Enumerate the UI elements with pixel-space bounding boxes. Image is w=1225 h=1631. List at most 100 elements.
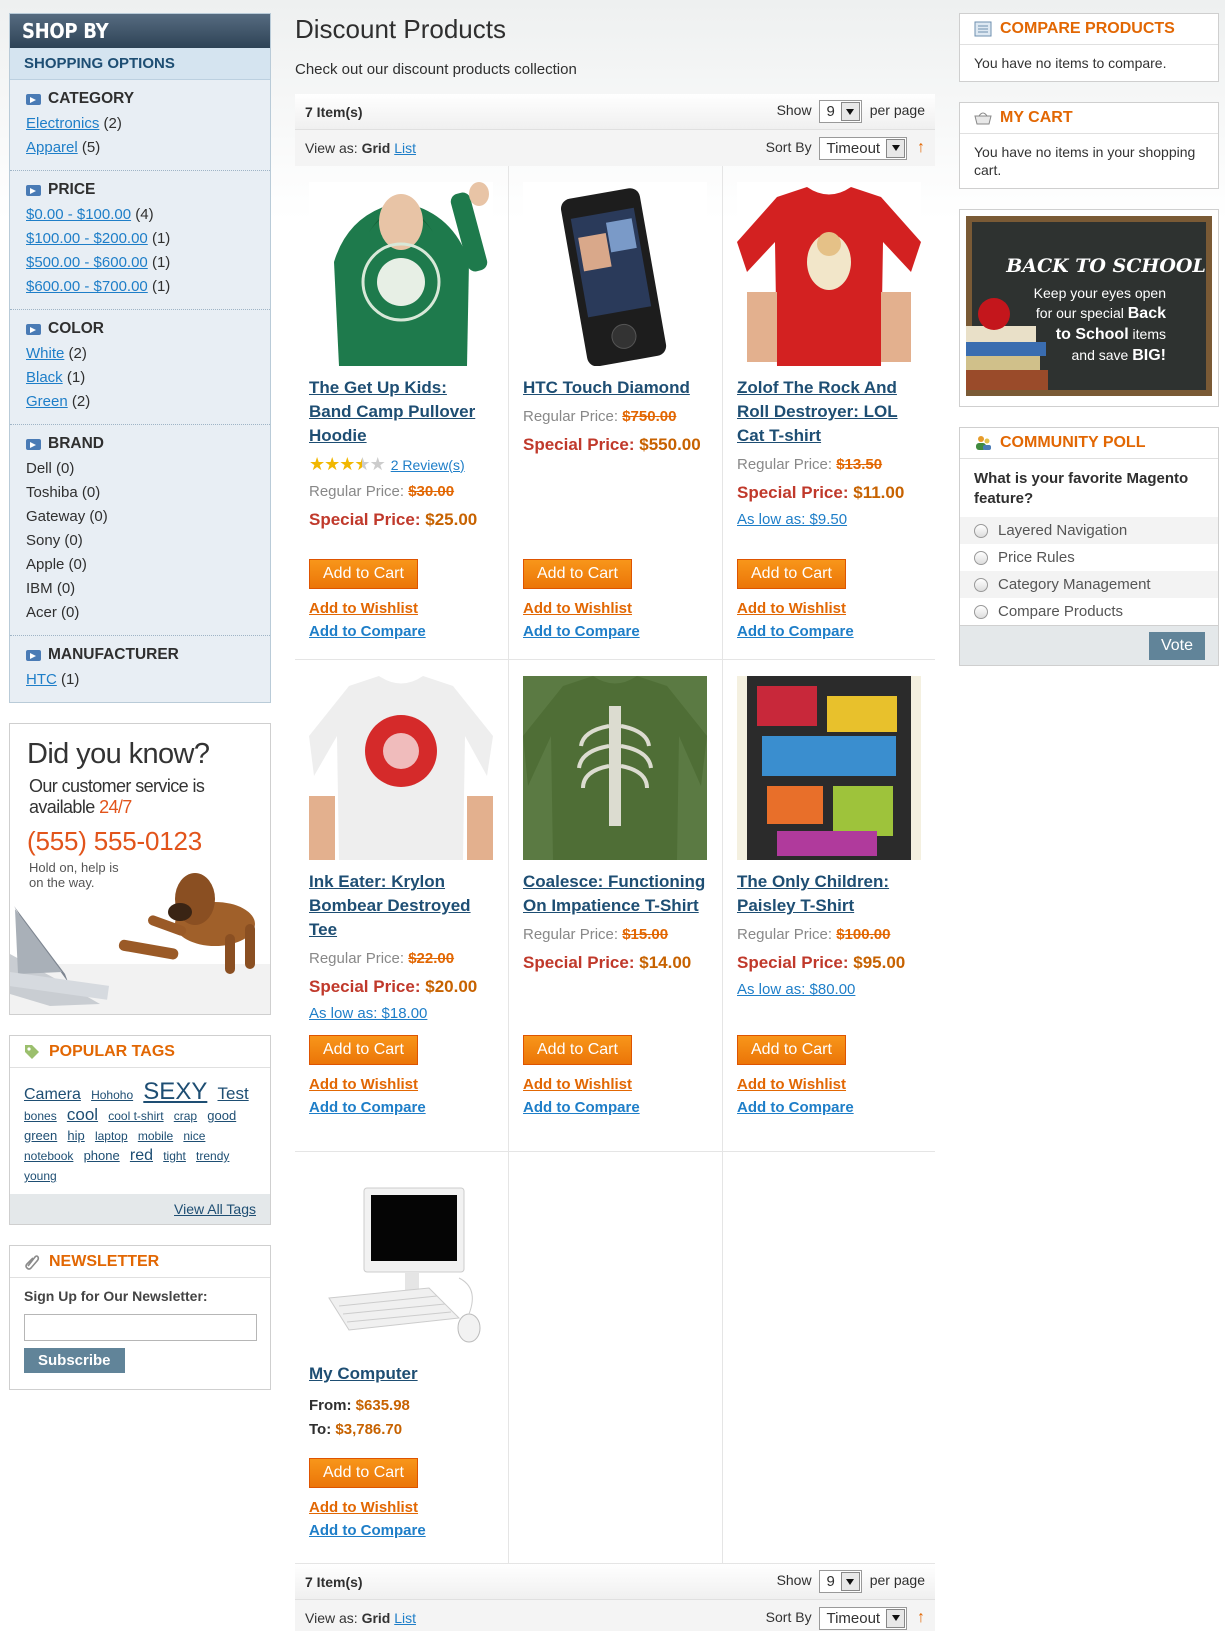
filter-option: Black (1) (26, 366, 254, 390)
radio-button[interactable] (974, 577, 988, 592)
tag-link[interactable]: good (207, 1108, 236, 1123)
filter-option-label[interactable]: Apparel (26, 139, 78, 156)
add-to-compare-link[interactable]: Add to Compare (309, 1096, 426, 1119)
add-to-cart-button[interactable]: Add to Cart (737, 1035, 846, 1065)
poll-option[interactable]: Price Rules (960, 544, 1218, 571)
product-name-link[interactable]: The Only Children: Paisley T-Shirt (737, 870, 921, 918)
tag-link[interactable]: nice (183, 1129, 205, 1143)
add-to-wishlist-link[interactable]: Add to Wishlist (309, 597, 426, 620)
tag-link[interactable]: Hohoho (91, 1088, 133, 1102)
show-label: Show (776, 102, 812, 119)
product-name-link[interactable]: Ink Eater: Krylon Bombear Destroyed Tee (309, 870, 494, 942)
filter-option-label[interactable]: White (26, 345, 64, 362)
product-name-link[interactable]: Zolof The Rock And Roll Destroyer: LOL C… (737, 376, 921, 448)
tag-link[interactable]: Camera (24, 1086, 81, 1103)
product-item: HTC Touch Diamond Regular Price: $750.00… (509, 166, 723, 660)
as-low-as-link[interactable]: As low as: $80.00 (737, 981, 921, 998)
price-to: To: $3,786.70 (309, 1418, 494, 1442)
tag-link[interactable]: cool (67, 1105, 98, 1124)
newsletter-email-input[interactable] (24, 1314, 257, 1341)
add-to-compare-link[interactable]: Add to Compare (737, 620, 854, 643)
reviews-link[interactable]: 2 Review(s) (391, 457, 465, 473)
list-mode-link[interactable]: List (394, 140, 416, 156)
product-name-link[interactable]: HTC Touch Diamond (523, 376, 708, 400)
tag-link[interactable]: mobile (138, 1129, 173, 1143)
tag-link[interactable]: bones (24, 1109, 57, 1123)
tag-link[interactable]: laptop (95, 1129, 128, 1143)
add-to-wishlist-link[interactable]: Add to Wishlist (737, 597, 854, 620)
product-image-phone[interactable] (523, 182, 707, 366)
per-page-select[interactable]: 9 (819, 100, 862, 123)
special-price: Special Price: $95.00 (737, 953, 921, 973)
add-to-cart-button[interactable]: Add to Cart (309, 1035, 418, 1065)
poll-option[interactable]: Layered Navigation (960, 517, 1218, 544)
tag-link[interactable]: crap (174, 1109, 197, 1123)
radio-button[interactable] (974, 523, 988, 538)
view-all-tags-link[interactable]: View All Tags (174, 1201, 256, 1217)
filter-option-label[interactable]: Green (26, 393, 68, 410)
product-actions: Add to Cart Add to Wishlist Add to Compa… (523, 1035, 640, 1119)
filter-option-label[interactable]: $100.00 - $200.00 (26, 230, 148, 247)
filter-option-label[interactable]: Black (26, 369, 63, 386)
sort-by-select[interactable]: Timeout (819, 1606, 908, 1630)
sort-by-select[interactable]: Timeout (819, 136, 908, 160)
tag-link[interactable]: green (24, 1128, 57, 1143)
as-low-as-link[interactable]: As low as: $18.00 (309, 1005, 494, 1022)
product-image-red-tshirt[interactable] (737, 182, 921, 366)
add-to-cart-button[interactable]: Add to Cart (523, 1035, 632, 1065)
product-image-white-tee[interactable] (309, 676, 493, 860)
filter-option-label[interactable]: $500.00 - $600.00 (26, 254, 148, 271)
add-to-compare-link[interactable]: Add to Compare (309, 620, 426, 643)
tag-link[interactable]: tight (163, 1149, 186, 1163)
filter-option-label[interactable]: $0.00 - $100.00 (26, 206, 131, 223)
price-range: From: $635.98 To: $3,786.70 (309, 1394, 494, 1442)
popular-tags-block: POPULAR TAGS Camera Hohoho SEXY Test bon… (9, 1035, 271, 1225)
product-image-hoodie[interactable] (309, 182, 493, 366)
tag-link[interactable]: red (130, 1147, 153, 1164)
add-to-wishlist-link[interactable]: Add to Wishlist (309, 1496, 426, 1519)
list-mode-link[interactable]: List (394, 1610, 416, 1626)
add-to-cart-button[interactable]: Add to Cart (523, 559, 632, 589)
radio-button[interactable] (974, 550, 988, 565)
sort-direction-arrow-icon[interactable]: ↑ (917, 139, 925, 156)
tag-link[interactable]: phone (84, 1148, 120, 1163)
add-to-compare-link[interactable]: Add to Compare (309, 1519, 426, 1542)
filter-option-label[interactable]: Electronics (26, 115, 99, 132)
popular-tags-header: POPULAR TAGS (10, 1036, 270, 1068)
product-name-link[interactable]: Coalesce: Functioning On Impatience T-Sh… (523, 870, 708, 918)
sort-direction-arrow-icon[interactable]: ↑ (917, 1609, 925, 1626)
product-name-link[interactable]: The Get Up Kids: Band Camp Pullover Hood… (309, 376, 494, 448)
product-image-paisley-tee[interactable] (737, 676, 921, 860)
add-to-cart-button[interactable]: Add to Cart (737, 559, 846, 589)
filter-option-label[interactable]: $600.00 - $700.00 (26, 278, 148, 295)
add-to-compare-link[interactable]: Add to Compare (523, 620, 640, 643)
radio-button[interactable] (974, 604, 988, 619)
poll-option[interactable]: Compare Products (960, 598, 1218, 625)
add-to-compare-link[interactable]: Add to Compare (523, 1096, 640, 1119)
back-to-school-banner[interactable]: BACK TO SCHOOL Keep your eyes open for o… (959, 209, 1219, 407)
as-low-as-link[interactable]: As low as: $9.50 (737, 511, 921, 528)
add-to-cart-button[interactable]: Add to Cart (309, 559, 418, 589)
add-to-compare-link[interactable]: Add to Compare (737, 1096, 854, 1119)
add-to-wishlist-link[interactable]: Add to Wishlist (523, 597, 640, 620)
add-to-cart-button[interactable]: Add to Cart (309, 1458, 418, 1488)
tag-link[interactable]: notebook (24, 1149, 73, 1163)
add-to-wishlist-link[interactable]: Add to Wishlist (309, 1073, 426, 1096)
tag-link[interactable]: Test (218, 1084, 249, 1103)
tag-link[interactable]: SEXY (143, 1078, 207, 1105)
product-image-green-tee[interactable] (523, 676, 707, 860)
regular-price-label: Regular Price: (309, 950, 405, 967)
tag-link[interactable]: cool t-shirt (108, 1109, 163, 1123)
tag-link[interactable]: young (24, 1169, 57, 1183)
poll-option[interactable]: Category Management (960, 571, 1218, 598)
subscribe-button[interactable]: Subscribe (24, 1348, 125, 1373)
add-to-wishlist-link[interactable]: Add to Wishlist (737, 1073, 854, 1096)
add-to-wishlist-link[interactable]: Add to Wishlist (523, 1073, 640, 1096)
tag-link[interactable]: hip (67, 1128, 84, 1143)
filter-option-label[interactable]: HTC (26, 671, 57, 688)
per-page-select[interactable]: 9 (819, 1570, 862, 1593)
tag-link[interactable]: trendy (196, 1149, 229, 1163)
vote-button[interactable]: Vote (1148, 632, 1205, 660)
product-name-link[interactable]: My Computer (309, 1362, 494, 1386)
product-image-computer[interactable] (309, 1168, 493, 1352)
